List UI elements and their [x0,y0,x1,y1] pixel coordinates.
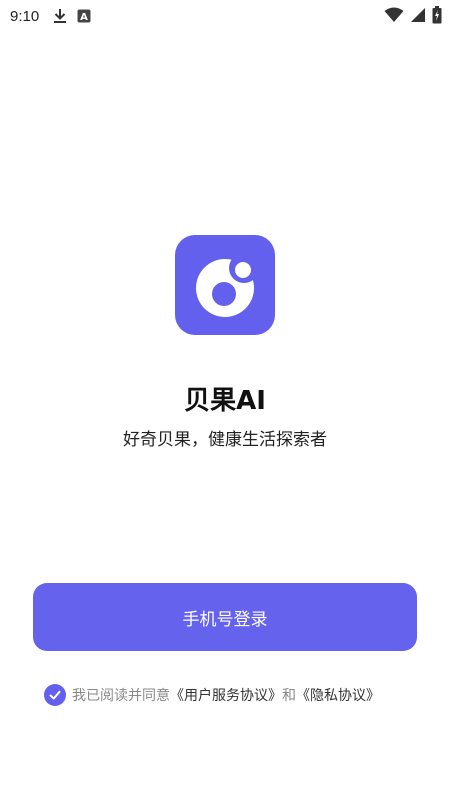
check-icon [49,690,61,700]
download-icon [53,8,67,24]
status-time: 9:10 [10,7,40,25]
battery-icon [432,6,442,28]
svg-text:A: A [80,12,88,23]
user-agreement-link[interactable]: 《用户服务协议》 [170,685,282,705]
phone-login-button[interactable]: 手机号登录 [33,583,417,651]
agreement-and: 和 [282,688,296,704]
app-slogan: 好奇贝果，健康生活探索者 [123,430,327,450]
agreement-prefix: 我已阅读并同意 [72,688,170,704]
signal-icon [410,7,426,27]
login-screen: 9:10 A 贝果AI 好奇贝果，健康生活探索者 手机号登录 我已阅读并同意 《… [0,0,450,800]
agreement-checkbox[interactable] [44,684,66,706]
agreement-row: 我已阅读并同意 《用户服务协议》 和 《隐私协议》 [44,683,430,707]
status-right [384,6,442,28]
status-bar: 9:10 A [0,0,450,32]
wifi-icon [384,7,404,27]
app-name: 贝果AI [184,386,266,416]
app-logo [175,235,275,335]
text-a-icon: A [77,9,91,23]
app-logo-icon [196,253,259,317]
privacy-policy-link[interactable]: 《隐私协议》 [296,685,380,705]
